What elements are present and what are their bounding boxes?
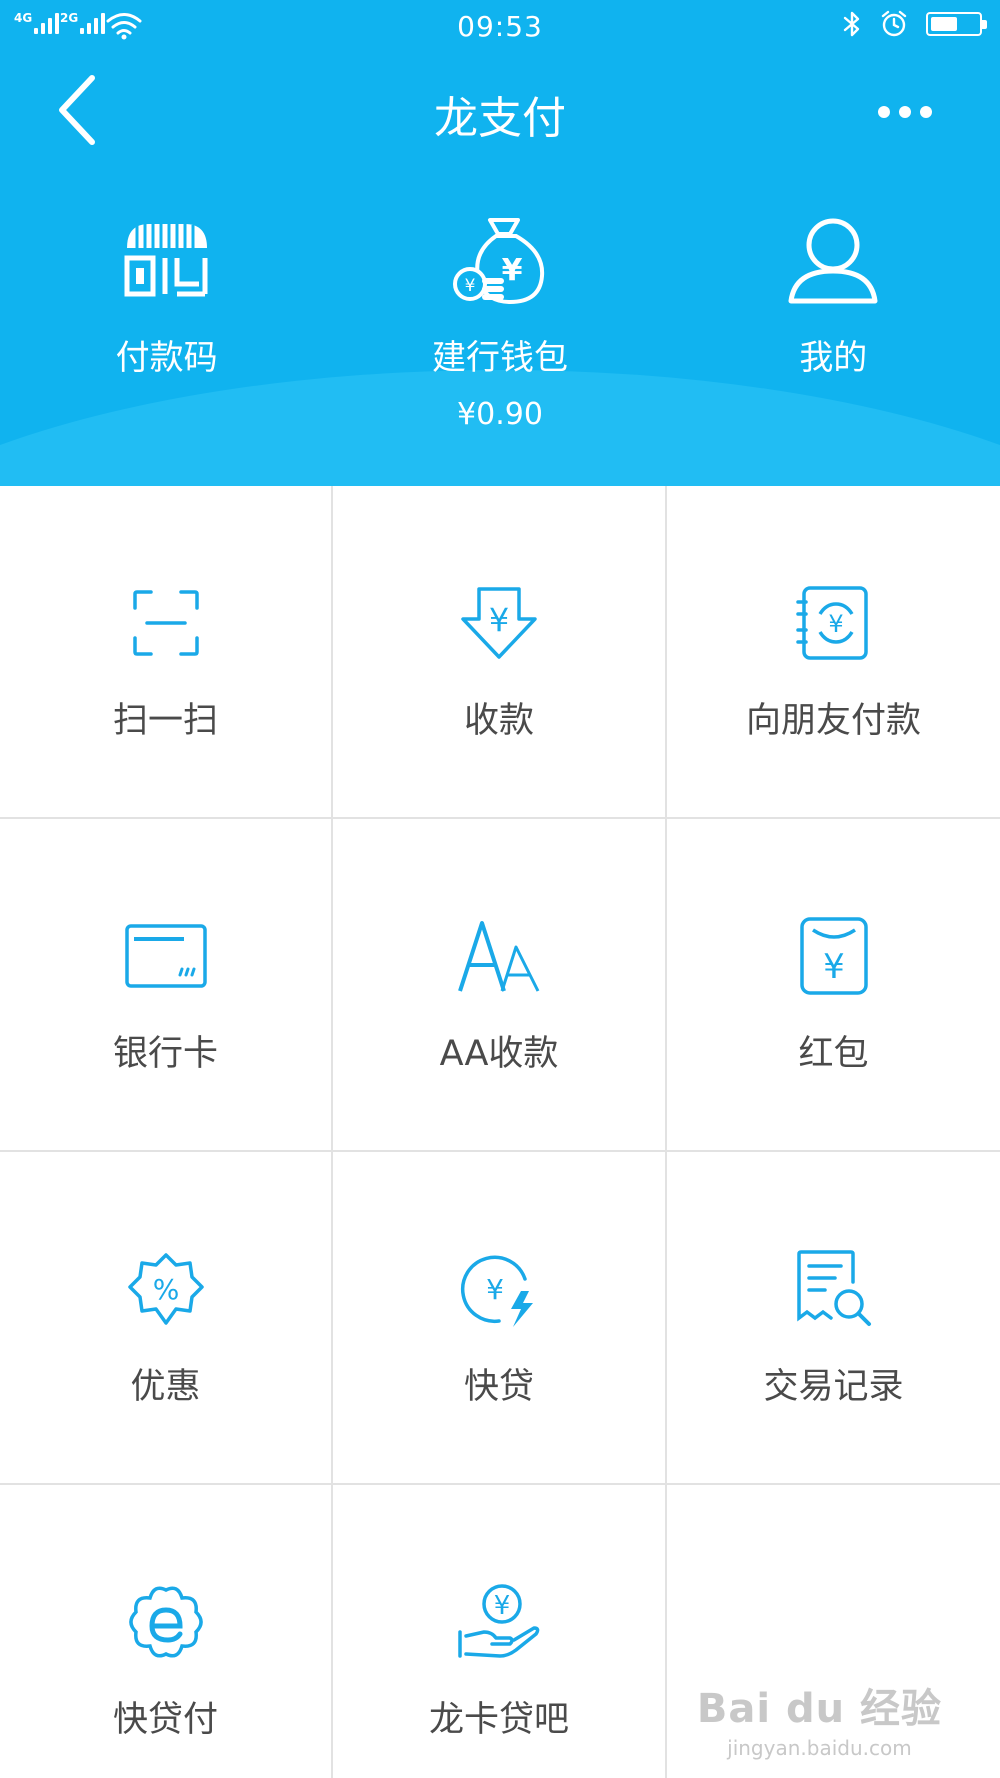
more-button[interactable] xyxy=(870,82,940,142)
transaction-record-icon xyxy=(789,1244,879,1334)
more-dots-icon xyxy=(878,106,890,118)
svg-text:¥: ¥ xyxy=(465,276,476,296)
watermark: Bai du 经验 jingyan.baidu.com xyxy=(697,1676,942,1760)
scan-icon xyxy=(121,578,211,668)
grid-item-red-packet[interactable]: ¥ 红包 xyxy=(667,819,1000,1152)
grid-item-discount[interactable]: % 优惠 xyxy=(0,1152,333,1485)
grid-item-scan[interactable]: 扫一扫 xyxy=(0,486,333,819)
me-label: 我的 xyxy=(799,338,868,378)
svg-text:¥: ¥ xyxy=(823,947,845,987)
grid-label: 龙卡贷吧 xyxy=(428,1700,569,1740)
grid-label: 交易记录 xyxy=(763,1367,904,1407)
grid-label: 扫一扫 xyxy=(112,701,218,741)
grid-label: 银行卡 xyxy=(112,1034,218,1074)
loan-hand-icon: ¥ xyxy=(454,1577,544,1667)
quick-loan-icon: ¥ xyxy=(454,1244,544,1334)
svg-text:¥: ¥ xyxy=(828,610,843,638)
battery-level xyxy=(931,17,957,31)
status-bar: 4G 2G 09:53 xyxy=(0,0,1000,52)
nav-bar: 龙支付 xyxy=(0,60,1000,160)
grid-label: 收款 xyxy=(463,701,534,741)
grid-item-transaction-record[interactable]: 交易记录 xyxy=(667,1152,1000,1485)
battery-icon xyxy=(926,12,987,36)
header: 4G 2G 09:53 龙支付 付款码 ¥ ¥ 建行钱包 ¥0.90 我的 xyxy=(0,0,1000,486)
me-button[interactable]: 我的 xyxy=(667,210,1000,432)
grid-label: 向朋友付款 xyxy=(745,701,921,741)
grid-label: 红包 xyxy=(798,1034,869,1074)
pay-friend-icon: ¥ xyxy=(789,578,879,668)
grid-item-bank-card[interactable]: 银行卡 xyxy=(0,819,333,1152)
svg-text:¥: ¥ xyxy=(486,1273,504,1306)
grid-label: 优惠 xyxy=(130,1367,201,1407)
bank-card-icon xyxy=(121,911,211,1001)
status-right xyxy=(842,10,987,38)
grid-label: 快贷付 xyxy=(112,1700,218,1740)
discount-icon: % xyxy=(121,1244,211,1334)
user-icon xyxy=(778,210,888,310)
payment-code-icon xyxy=(112,210,222,310)
red-packet-icon: ¥ xyxy=(789,911,879,1001)
grid-label: AA收款 xyxy=(439,1034,559,1074)
top-actions: 付款码 ¥ ¥ 建行钱包 ¥0.90 我的 xyxy=(0,210,1000,432)
wallet-label: 建行钱包 xyxy=(431,338,568,378)
money-bag-icon: ¥ ¥ xyxy=(445,210,555,310)
svg-text:¥: ¥ xyxy=(494,1591,511,1621)
grid-item-pay-friend[interactable]: ¥ 向朋友付款 xyxy=(667,486,1000,819)
aa-icon xyxy=(454,911,544,1001)
feature-grid: 扫一扫 ¥ 收款 ¥ 向朋友付款 银行卡 AA收款 ¥ 红包 % 优惠 ¥ 快贷… xyxy=(0,486,1000,1778)
svg-text:¥: ¥ xyxy=(489,601,509,639)
alarm-icon xyxy=(881,10,907,37)
wallet-button[interactable]: ¥ ¥ 建行钱包 ¥0.90 xyxy=(333,210,666,432)
grid-item-quick-loan-pay[interactable]: 快贷付 xyxy=(0,1485,333,1778)
grid-label: 快贷 xyxy=(463,1367,534,1407)
grid-item-receive[interactable]: ¥ 收款 xyxy=(333,486,667,819)
grid-item-aa[interactable]: AA收款 xyxy=(333,819,667,1152)
wallet-balance: ¥0.90 xyxy=(457,397,543,432)
svg-text:%: % xyxy=(152,1273,179,1306)
quick-loan-pay-icon xyxy=(121,1577,211,1667)
payment-code-label: 付款码 xyxy=(115,338,218,378)
svg-text:¥: ¥ xyxy=(502,253,523,288)
receive-money-icon: ¥ xyxy=(454,578,544,668)
page-title: 龙支付 xyxy=(434,93,566,144)
bluetooth-icon xyxy=(843,11,860,37)
watermark-logo: Bai du 经验 xyxy=(696,1686,942,1732)
payment-code-button[interactable]: 付款码 xyxy=(0,210,333,432)
grid-item-quick-loan[interactable]: ¥ 快贷 xyxy=(333,1152,667,1485)
watermark-url: jingyan.baidu.com xyxy=(727,1736,912,1760)
grid-item-loan[interactable]: ¥ 龙卡贷吧 xyxy=(333,1485,667,1778)
